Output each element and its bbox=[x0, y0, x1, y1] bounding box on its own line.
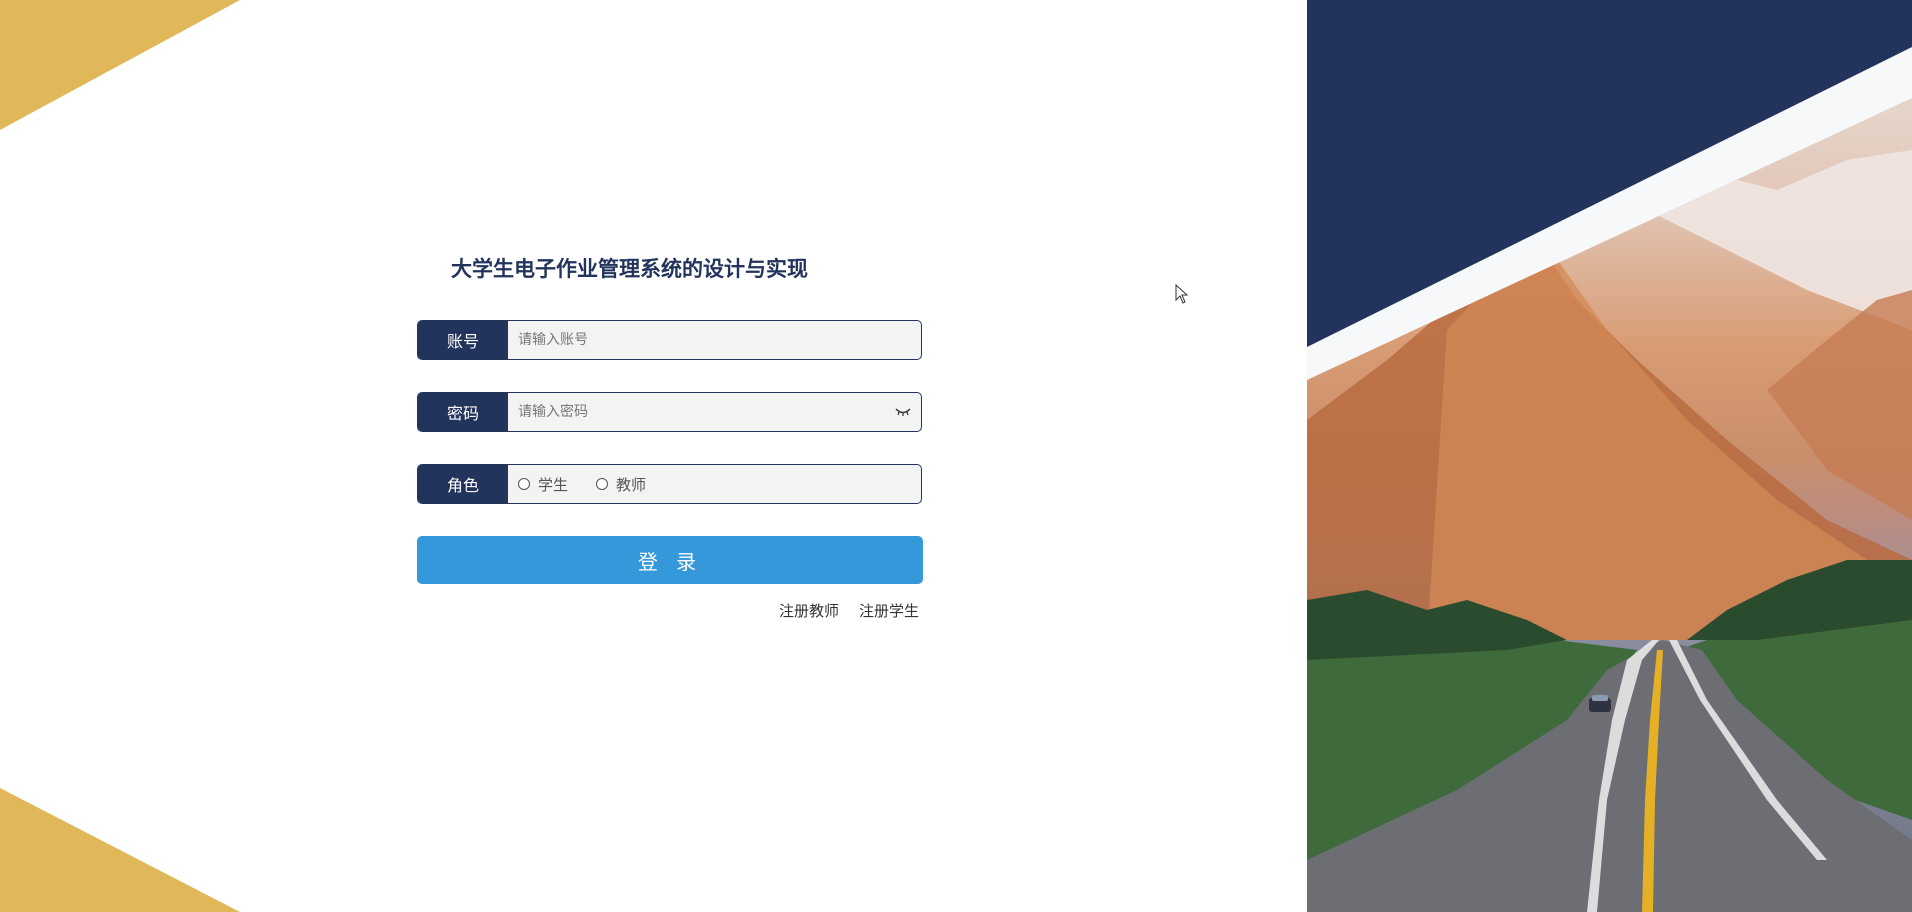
account-field: 账号 bbox=[417, 320, 922, 360]
role-option-teacher-label: 教师 bbox=[616, 475, 647, 494]
corner-decoration-bottom-left bbox=[0, 788, 240, 912]
register-student-link[interactable]: 注册学生 bbox=[859, 600, 919, 621]
corner-decoration-top-left bbox=[0, 0, 240, 130]
register-links: 注册教师 注册学生 bbox=[417, 600, 919, 621]
role-option-student[interactable]: 学生 bbox=[518, 474, 568, 495]
login-button[interactable]: 登 录 bbox=[417, 536, 923, 584]
account-input[interactable] bbox=[508, 321, 921, 359]
register-teacher-link[interactable]: 注册教师 bbox=[779, 600, 839, 621]
radio-button[interactable] bbox=[518, 478, 530, 490]
password-label: 密码 bbox=[418, 393, 508, 431]
radio-button[interactable] bbox=[596, 478, 609, 490]
hero-image-panel bbox=[1307, 0, 1912, 912]
account-label: 账号 bbox=[418, 321, 508, 359]
role-option-teacher[interactable]: 教师 bbox=[596, 474, 646, 495]
role-field: 角色 学生 教师 bbox=[417, 464, 922, 504]
password-field: 密码 bbox=[417, 392, 922, 432]
mouse-cursor-icon bbox=[1175, 283, 1189, 308]
role-label: 角色 bbox=[418, 465, 508, 503]
page-title: 大学生电子作业管理系统的设计与实现 bbox=[451, 257, 808, 281]
eye-closed-icon[interactable] bbox=[885, 393, 921, 431]
password-input[interactable] bbox=[508, 393, 885, 431]
role-option-student-label: 学生 bbox=[538, 475, 569, 494]
role-radio-group: 学生 教师 bbox=[508, 465, 921, 503]
